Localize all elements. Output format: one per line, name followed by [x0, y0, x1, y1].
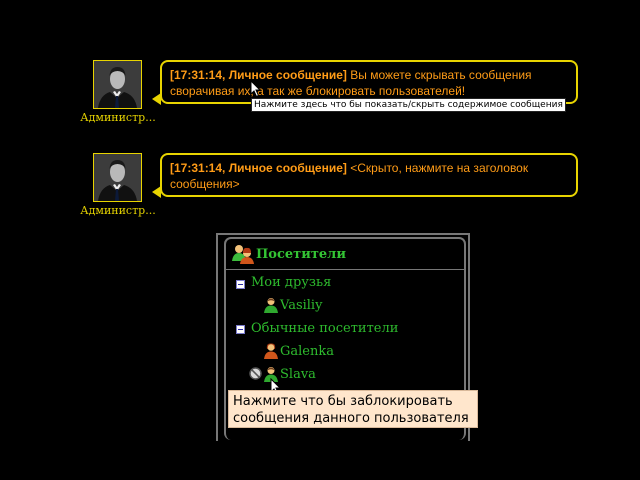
message-text: <Скрыто, нажмите на заголовок [346, 161, 529, 175]
bubble-tail [152, 93, 161, 105]
group-label-friends[interactable]: Мои друзья [251, 275, 331, 290]
message-bubble: [17:31:14, Личное сообщение] <Скрыто, на… [160, 153, 578, 197]
avatar [93, 60, 142, 109]
bubble-tail [152, 186, 161, 198]
user-item[interactable]: Vasiliy [280, 298, 322, 313]
group-label-visitors[interactable]: Обычные посетители [251, 321, 398, 336]
collapse-icon[interactable] [236, 280, 245, 289]
collapse-icon[interactable] [236, 325, 245, 334]
user-item[interactable]: Galenka [280, 344, 334, 359]
block-tooltip-line1: Нажмите что бы заблокировать [233, 394, 453, 409]
message-header[interactable]: [17:31:14, Личное сообщение] [170, 161, 347, 175]
female-user-icon [264, 343, 278, 359]
block-icon[interactable] [249, 367, 262, 380]
visitors-icon [232, 245, 254, 264]
block-tooltip: Нажмите что бы заблокировать сообщения д… [228, 390, 478, 428]
user-item[interactable]: Slava [280, 367, 316, 382]
message-line: [17:31:14, Личное сообщение] Вы можете с… [170, 67, 568, 83]
hint-tooltip: Нажмите здесь что бы показать/скрыть сод… [251, 98, 566, 112]
visitors-title: Посетители [256, 247, 346, 262]
male-user-icon [264, 298, 278, 313]
message-text-line2: сворачивая их, а так же блокировать поль… [170, 84, 466, 98]
message-text-line2: сообщения> [170, 177, 240, 191]
mouse-cursor-icon [250, 80, 262, 98]
block-tooltip-line2: сообщения данного пользователя [233, 411, 469, 426]
avatar [93, 153, 142, 202]
author-name[interactable]: Администр... [78, 204, 158, 217]
author-name[interactable]: Администр... [78, 111, 158, 124]
message-line: [17:31:14, Личное сообщение] <Скрыто, на… [170, 160, 568, 176]
message-text: Вы можете скрывать сообщения [346, 68, 532, 82]
